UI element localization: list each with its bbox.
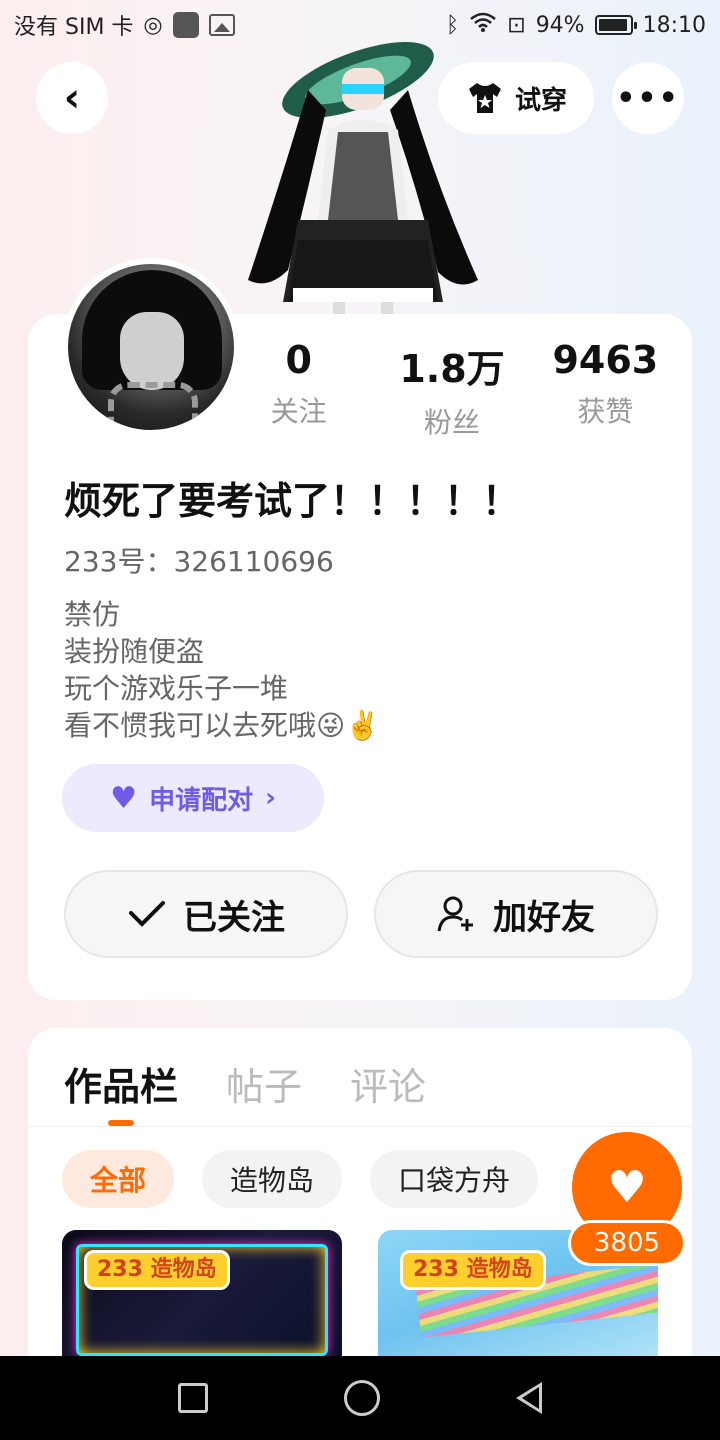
gallery-icon (208, 14, 235, 36)
game-logo: 233 造物岛 (84, 1250, 230, 1290)
back-triangle-icon[interactable] (516, 1382, 542, 1414)
double-heart-icon: ♥ (110, 780, 138, 816)
stat-likes-value: 9463 (552, 338, 659, 382)
category-chips: 全部 造物岛 口袋方舟 (62, 1150, 539, 1208)
wifi-icon (469, 11, 497, 39)
followed-label: 已关注 (183, 897, 285, 938)
add-friend-button[interactable]: 加好友 (374, 870, 658, 958)
followed-button[interactable]: 已关注 (64, 870, 348, 958)
add-friend-label: 加好友 (493, 897, 595, 938)
avatar-chain (108, 382, 198, 430)
user-id[interactable]: 233号：326110696 (64, 540, 334, 580)
stat-fans-label: 粉丝 (423, 406, 480, 439)
pair-request-button[interactable]: ♥ 申请配对 › (62, 764, 324, 832)
back-arrow-icon: ‹ (63, 75, 81, 121)
carrier-text: 没有 SIM 卡 (14, 15, 134, 40)
heart-icon: ♥ (607, 1161, 647, 1213)
bio-line: 禁仿 (64, 598, 121, 631)
game-logo: 233 造物岛 (400, 1250, 546, 1290)
add-user-icon (437, 896, 473, 932)
clock: 18:10 (642, 12, 706, 38)
works-tabs: 作品栏 帖子 评论 (64, 1056, 426, 1111)
hotspot-icon: ◎ (143, 12, 163, 38)
system-nav-bar (0, 1356, 720, 1440)
tab-works[interactable]: 作品栏 (64, 1056, 178, 1111)
alert-icon: ⊡ (507, 12, 526, 38)
chip-all[interactable]: 全部 (62, 1150, 175, 1208)
stat-following-label: 关注 (270, 395, 327, 428)
tabs-divider (28, 1126, 692, 1127)
avatar[interactable] (62, 258, 240, 436)
stat-fans[interactable]: 1.8万 粉丝 (375, 338, 528, 441)
chip-creation-island[interactable]: 造物岛 (202, 1150, 343, 1208)
profile-stats: 0 关注 1.8万 粉丝 9463 获赞 (222, 338, 682, 441)
stat-following-value: 0 (285, 338, 312, 382)
stat-likes-label: 获赞 (577, 395, 634, 428)
bio-line: 玩个游戏乐子一堆 (64, 672, 289, 705)
home-icon[interactable] (344, 1380, 380, 1416)
stat-following[interactable]: 0 关注 (222, 338, 375, 441)
stat-likes[interactable]: 9463 获赞 (529, 338, 682, 441)
nickname: 烦死了要考试了！！！！！ (64, 479, 521, 523)
avatar-face (120, 312, 184, 390)
tab-comments[interactable]: 评论 (350, 1056, 426, 1111)
bluetooth-icon: ᛒ (446, 12, 460, 38)
try-on-label: 试穿 (514, 85, 567, 116)
bio-line: 装扮随便盗 (64, 635, 205, 668)
pair-request-label: 申请配对 (149, 785, 254, 816)
app-notification-icon (172, 12, 199, 38)
back-button[interactable]: ‹ (36, 62, 108, 134)
work-thumbnail[interactable]: 233 造物岛 (62, 1230, 342, 1370)
stat-fans-value: 1.8万 (399, 347, 505, 391)
chevron-right-icon: › (265, 783, 276, 813)
more-icon: ••• (616, 80, 680, 116)
recents-icon[interactable] (178, 1383, 208, 1413)
tab-posts[interactable]: 帖子 (226, 1056, 302, 1111)
battery-icon (594, 15, 637, 35)
like-count: 3805 (568, 1220, 686, 1266)
more-button[interactable]: ••• (612, 62, 684, 134)
check-icon (129, 901, 165, 927)
try-on-button[interactable]: 试穿 (438, 62, 594, 134)
battery-percent: 94% (535, 12, 585, 38)
bio-line: 看不惯我可以去死哦😜✌️ (64, 709, 381, 742)
tshirt-icon (468, 83, 501, 113)
bio: 禁仿 装扮随便盗 玩个游戏乐子一堆 看不惯我可以去死哦😜✌️ (64, 596, 380, 744)
chip-pocket-ark[interactable]: 口袋方舟 (370, 1150, 539, 1208)
